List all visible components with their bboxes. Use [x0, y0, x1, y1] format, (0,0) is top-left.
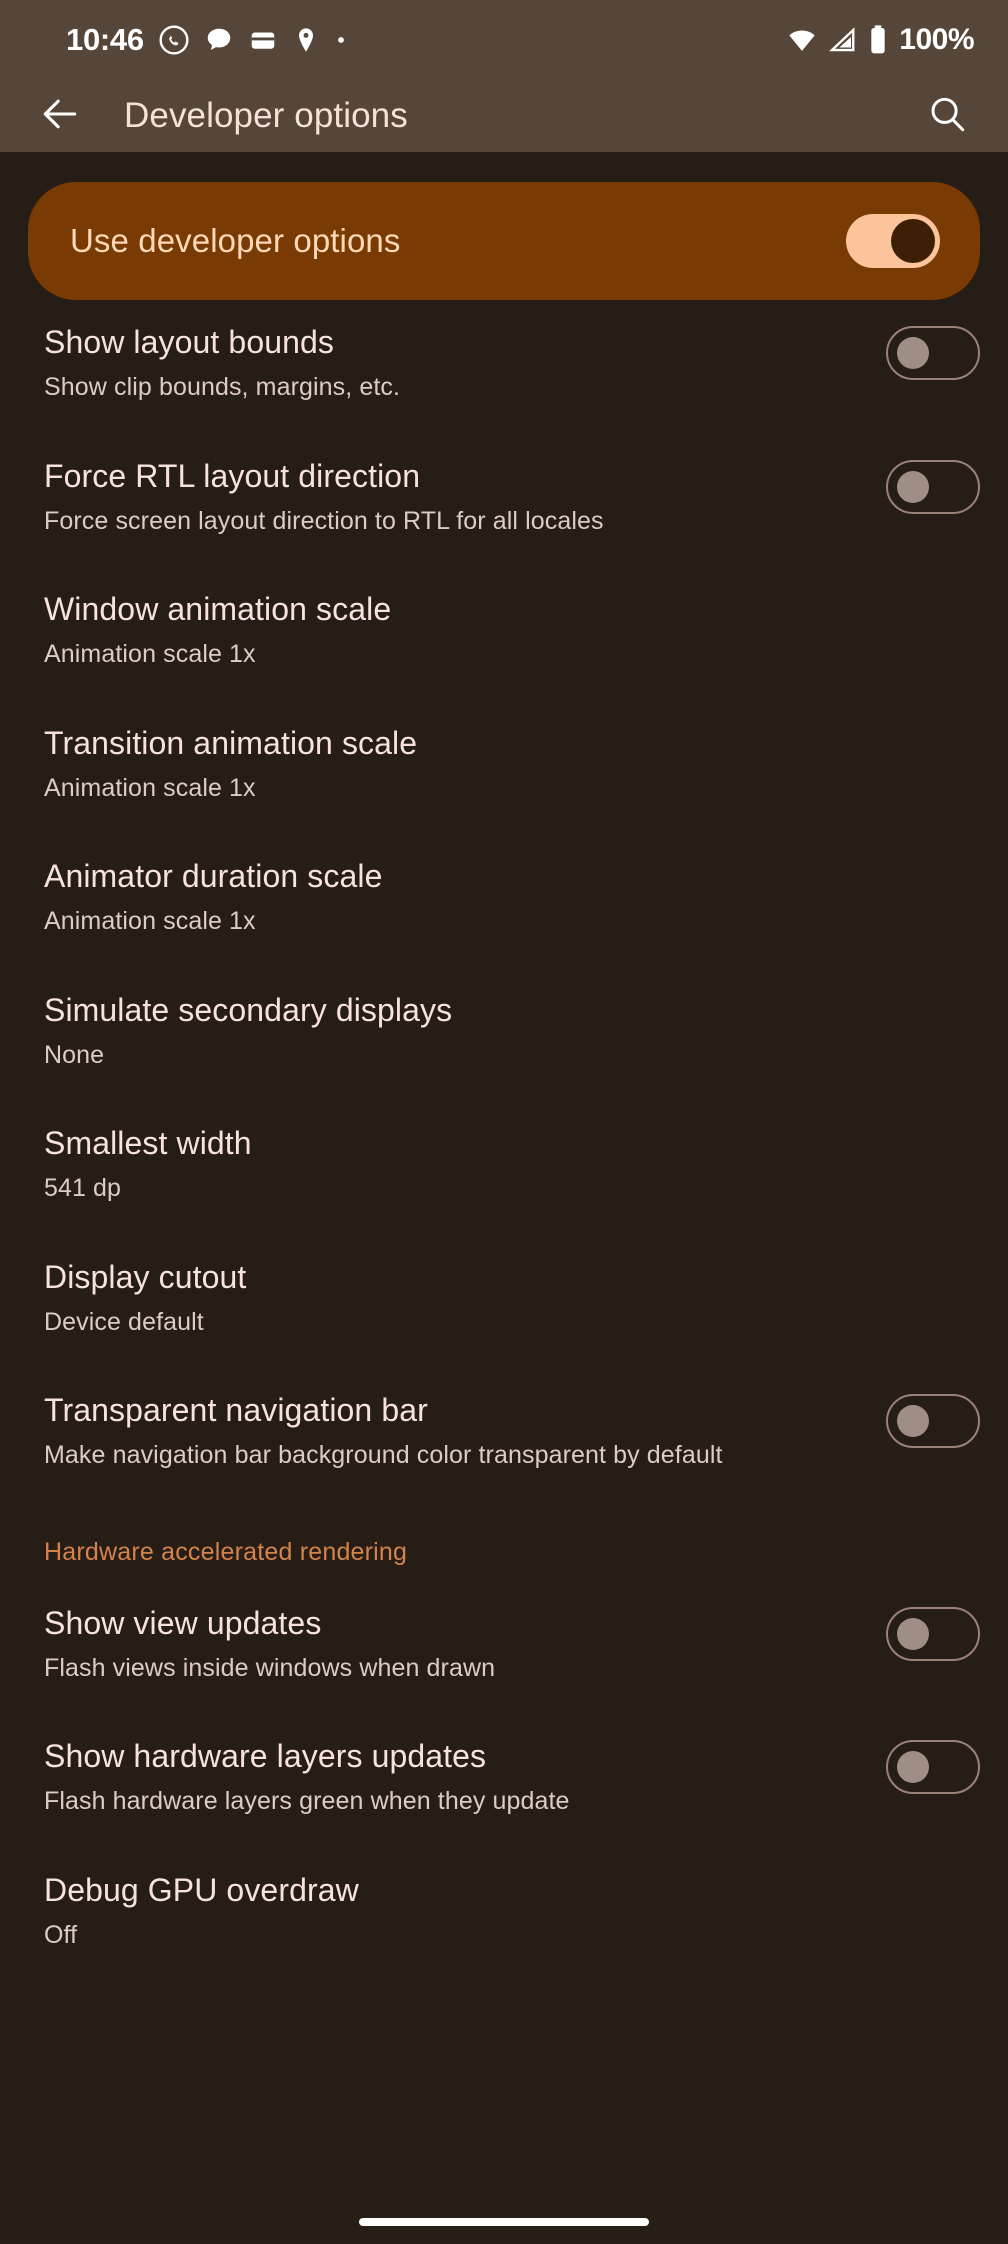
search-button[interactable]: [916, 85, 978, 147]
settings-row-summary: None: [44, 1040, 105, 1069]
settings-row-summary: Animation scale 1x: [44, 907, 256, 935]
use-developer-options-switch[interactable]: [846, 214, 940, 268]
settings-row-summary: Off: [44, 1920, 78, 1949]
whatsapp-icon: [158, 24, 190, 56]
settings-row-text: Debug GPU overdraw Off: [44, 1870, 980, 1952]
status-bar-right: 100%: [786, 23, 974, 57]
toggle-switch-show-layout-bounds[interactable]: [886, 326, 980, 380]
toggle-switch-transparent-navigation-bar[interactable]: [886, 1394, 980, 1448]
settings-row-summary: Force screen layout direction to RTL for…: [44, 506, 604, 535]
settings-row-text: Transition animation scale Animation scal…: [44, 723, 980, 805]
settings-row-title: Display cutout: [44, 1258, 247, 1295]
settings-row-text: Show layout bounds Show clip bounds, marg…: [44, 322, 886, 404]
settings-row-title: Force RTL layout direction: [44, 457, 421, 494]
section-header-hardware-accelerated-rendering: Hardware accelerated rendering: [44, 1537, 408, 1566]
settings-row-text: Show hardware layers updates Flash hardwa…: [44, 1736, 886, 1818]
settings-row-show-view-updates[interactable]: Show view updates Flash views inside wind…: [0, 1567, 1008, 1685]
settings-row-summary: Animation scale 1x: [44, 640, 256, 668]
settings-row-title: Show layout bounds: [44, 324, 335, 360]
settings-row-summary: Make navigation bar background color tra…: [44, 1441, 723, 1469]
settings-row-text: Simulate secondary displays None: [44, 990, 980, 1072]
wallet-icon: [248, 25, 278, 55]
battery-icon: [866, 24, 890, 56]
settings-row-title: Show hardware layers updates: [44, 1738, 487, 1774]
chat-bubble-icon: [204, 25, 234, 55]
settings-row-title: Window animation scale: [44, 591, 392, 627]
location-pin-icon: [292, 26, 320, 54]
settings-row-display-cutout[interactable]: Display cutout Device default: [0, 1205, 1008, 1339]
status-bar: 10:46 100%: [0, 0, 1008, 80]
settings-row-title: Debug GPU overdraw: [44, 1871, 359, 1908]
settings-list: Show layout bounds Show clip bounds, marg…: [0, 300, 1008, 1951]
settings-row-title: Show view updates: [44, 1604, 322, 1641]
status-bar-left: 10:46: [66, 22, 348, 58]
toggle-switch-show-view-updates[interactable]: [886, 1606, 980, 1661]
use-developer-options-label: Use developer options: [70, 222, 401, 259]
settings-row-summary: 541 dp: [44, 1174, 122, 1202]
settings-row-text: Animator duration scale Animation scale 1…: [44, 856, 980, 938]
status-bar-clock: 10:46: [66, 22, 144, 57]
settings-row-text: Force RTL layout direction Force screen l…: [44, 456, 886, 538]
settings-row-show-layout-bounds[interactable]: Show layout bounds Show clip bounds, marg…: [0, 300, 1008, 404]
settings-scroll-area[interactable]: Use developer options Show layout bounds…: [0, 152, 1008, 2244]
settings-row-force-rtl-layout-direction[interactable]: Force RTL layout direction Force screen l…: [0, 404, 1008, 538]
gesture-nav-bar: [0, 2200, 1008, 2244]
wifi-icon: [786, 24, 818, 56]
dot-icon: [334, 33, 348, 47]
cellular-signal-icon: [827, 25, 857, 55]
settings-row-title: Simulate secondary displays: [44, 991, 453, 1028]
settings-row-transition-animation-scale[interactable]: Transition animation scale Animation scal…: [0, 671, 1008, 805]
settings-row-transparent-navigation-bar[interactable]: Transparent navigation bar Make navigatio…: [0, 1338, 1008, 1472]
settings-row-title: Transparent navigation bar: [44, 1392, 428, 1428]
back-button[interactable]: [28, 84, 92, 148]
search-icon: [926, 93, 968, 140]
back-arrow-icon: [38, 92, 82, 141]
app-bar: Developer options: [0, 80, 1008, 152]
settings-row-debug-gpu-overdraw[interactable]: Debug GPU overdraw Off: [0, 1818, 1008, 1952]
settings-row-text: Show view updates Flash views inside wind…: [44, 1603, 886, 1685]
use-developer-options-row[interactable]: Use developer options: [28, 182, 980, 300]
settings-row-summary: Flash views inside windows when drawn: [44, 1653, 496, 1682]
settings-row-text: Transparent navigation bar Make navigatio…: [44, 1390, 886, 1472]
gesture-home-handle[interactable]: [359, 2218, 649, 2226]
toggle-switch-show-hardware-layers-updates[interactable]: [886, 1740, 980, 1794]
settings-row-text: Window animation scale Animation scale 1x: [44, 589, 980, 671]
settings-row-summary: Flash hardware layers green when they up…: [44, 1787, 570, 1815]
settings-row-text: Display cutout Device default: [44, 1257, 980, 1339]
toggle-switch-force-rtl-layout-direction[interactable]: [886, 459, 980, 514]
settings-row-title: Transition animation scale: [44, 724, 418, 761]
settings-row-title: Smallest width: [44, 1125, 252, 1161]
settings-row-summary: Device default: [44, 1307, 204, 1336]
settings-row-window-animation-scale[interactable]: Window animation scale Animation scale 1x: [0, 537, 1008, 671]
settings-row-smallest-width[interactable]: Smallest width 541 dp: [0, 1071, 1008, 1205]
settings-row-show-hardware-layers-updates[interactable]: Show hardware layers updates Flash hardwa…: [0, 1684, 1008, 1818]
settings-row-title: Animator duration scale: [44, 858, 383, 894]
page-title: Developer options: [124, 96, 408, 135]
settings-row-animator-duration-scale[interactable]: Animator duration scale Animation scale 1…: [0, 804, 1008, 938]
settings-row-text: Smallest width 541 dp: [44, 1123, 980, 1205]
settings-row-summary: Show clip bounds, margins, etc.: [44, 373, 401, 401]
settings-row-summary: Animation scale 1x: [44, 773, 256, 802]
battery-percent-label: 100%: [899, 23, 974, 56]
settings-row-simulate-secondary-displays[interactable]: Simulate secondary displays None: [0, 938, 1008, 1072]
